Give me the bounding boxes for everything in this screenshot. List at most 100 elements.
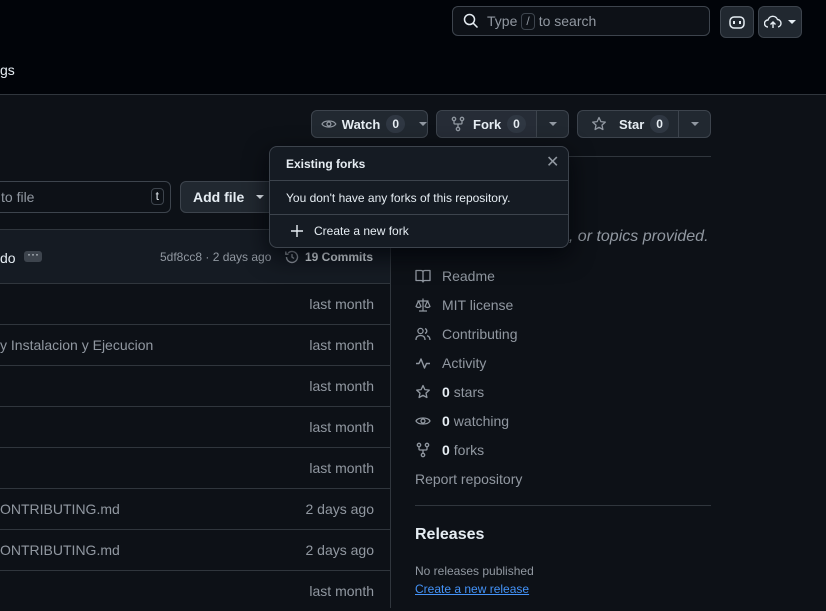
forks-label: forks	[453, 442, 485, 458]
file-time: 2 days ago	[305, 501, 375, 517]
license-label: MIT license	[442, 297, 514, 313]
commit-author[interactable]: do	[0, 250, 16, 266]
file-name[interactable]: ONTRIBUTING.md	[0, 501, 120, 517]
watch-label: Watch	[341, 116, 381, 132]
activity-label: Activity	[442, 355, 487, 371]
ellipsis-icon[interactable]: ···	[24, 248, 42, 262]
file-time: last month	[309, 419, 374, 435]
create-new-fork-button[interactable]: Create a new fork	[270, 215, 568, 247]
report-repository-link[interactable]: Report repository	[415, 468, 522, 490]
search-prefix: Type	[487, 13, 518, 29]
forks-count: 0	[442, 442, 450, 458]
contributing-label: Contributing	[442, 326, 518, 342]
no-releases-text: No releases published	[415, 564, 534, 578]
star-count: 0	[650, 115, 669, 133]
search-suffix: to search	[538, 13, 597, 29]
star-button-group: Star 0	[577, 110, 711, 138]
law-icon	[415, 298, 431, 312]
table-row[interactable]: y Instalacion y Ejecucion last month	[0, 325, 390, 366]
pulse-icon	[416, 358, 430, 369]
watching-count: 0	[442, 413, 450, 429]
fork-button[interactable]: Fork 0	[437, 111, 536, 137]
file-time: last month	[309, 460, 374, 476]
repo-forked-icon	[451, 116, 465, 132]
plus-icon	[291, 225, 303, 237]
close-icon[interactable]: ✕	[546, 155, 559, 171]
fork-count: 0	[507, 115, 526, 133]
chevron-down-icon	[548, 122, 557, 126]
watching-label: watching	[453, 413, 510, 429]
star-button[interactable]: Star 0	[578, 111, 678, 137]
go-to-file-input[interactable]: to file t	[0, 181, 171, 213]
search-input[interactable]: Type / to search	[452, 6, 710, 36]
star-icon	[416, 384, 430, 399]
chevron-down-icon	[788, 20, 796, 24]
releases-heading[interactable]: Releases	[415, 526, 484, 544]
report-repository-label: Report repository	[415, 471, 523, 487]
forks-link[interactable]: 0 forks	[415, 439, 484, 461]
search-shortcut-key: /	[521, 12, 535, 30]
go-to-file-placeholder: to file	[1, 189, 35, 205]
copilot-icon	[729, 16, 745, 29]
divider	[270, 180, 568, 181]
watch-button[interactable]: Watch 0	[311, 110, 428, 138]
contributing-link[interactable]: Contributing	[415, 323, 518, 345]
no-forks-message: You don't have any forks of this reposit…	[286, 191, 511, 205]
table-row[interactable]: last month	[0, 366, 390, 407]
go-to-file-shortcut-key: t	[150, 188, 164, 205]
table-row[interactable]: last month	[0, 448, 390, 489]
table-row[interactable]: ONTRIBUTING.md 2 days ago	[0, 489, 390, 530]
popover-title: Existing forks	[286, 157, 366, 171]
watch-count: 0	[386, 115, 405, 133]
create-release-link[interactable]: Create a new release	[415, 582, 529, 596]
chevron-down-icon	[256, 195, 265, 199]
create-new-fork-label: Create a new fork	[314, 224, 409, 238]
file-name[interactable]: ONTRIBUTING.md	[0, 542, 120, 558]
divider	[415, 505, 711, 506]
file-time: last month	[309, 296, 374, 312]
book-icon	[415, 269, 431, 283]
copilot-button[interactable]	[720, 6, 754, 38]
table-row[interactable]: last month	[0, 407, 390, 448]
file-name[interactable]: y Instalacion y Ejecucion	[0, 337, 153, 353]
create-new-button[interactable]	[758, 6, 802, 38]
search-icon	[463, 13, 479, 29]
cloud-upload-icon	[764, 15, 782, 28]
file-time: last month	[309, 378, 374, 394]
repo-forked-icon	[416, 442, 430, 458]
fork-button-group: Fork 0	[436, 110, 569, 138]
star-icon	[592, 116, 606, 131]
chevron-down-icon	[690, 122, 699, 126]
stars-link[interactable]: 0 stars	[415, 381, 484, 403]
file-table: do ··· 5df8cc8 · 2 days ago 19 Commits l…	[0, 229, 391, 608]
file-time: 2 days ago	[305, 542, 375, 558]
table-row[interactable]: last month	[0, 571, 390, 611]
add-file-button[interactable]: Add file	[180, 181, 280, 213]
add-file-label: Add file	[193, 189, 245, 205]
watching-link[interactable]: 0 watching	[415, 410, 509, 432]
eye-icon	[415, 417, 431, 425]
file-time: last month	[309, 337, 374, 353]
star-label: Star	[619, 116, 645, 132]
existing-forks-popover: Existing forks ✕ You don't have any fork…	[269, 146, 569, 248]
stars-label: stars	[453, 384, 485, 400]
table-row[interactable]: ONTRIBUTING.md 2 days ago	[0, 530, 390, 571]
readme-label: Readme	[442, 268, 495, 284]
fork-label: Fork	[473, 116, 502, 132]
people-icon	[415, 327, 431, 341]
file-time: last month	[309, 583, 374, 599]
star-dropdown-button[interactable]	[679, 122, 710, 126]
readme-link[interactable]: Readme	[415, 265, 495, 287]
commits-link[interactable]: 19 Commits	[305, 250, 373, 264]
table-row[interactable]: last month	[0, 284, 390, 325]
tab-settings-fragment[interactable]: gs	[0, 62, 15, 78]
license-link[interactable]: MIT license	[415, 294, 513, 316]
chevron-down-icon	[419, 122, 427, 126]
activity-link[interactable]: Activity	[415, 352, 486, 374]
stars-count: 0	[442, 384, 450, 400]
about-description: e, or topics provided.	[560, 228, 709, 245]
commit-meta: 5df8cc8 · 2 days ago	[160, 250, 272, 264]
history-icon	[285, 250, 299, 264]
fork-dropdown-button[interactable]	[537, 122, 568, 126]
eye-icon	[321, 120, 337, 128]
